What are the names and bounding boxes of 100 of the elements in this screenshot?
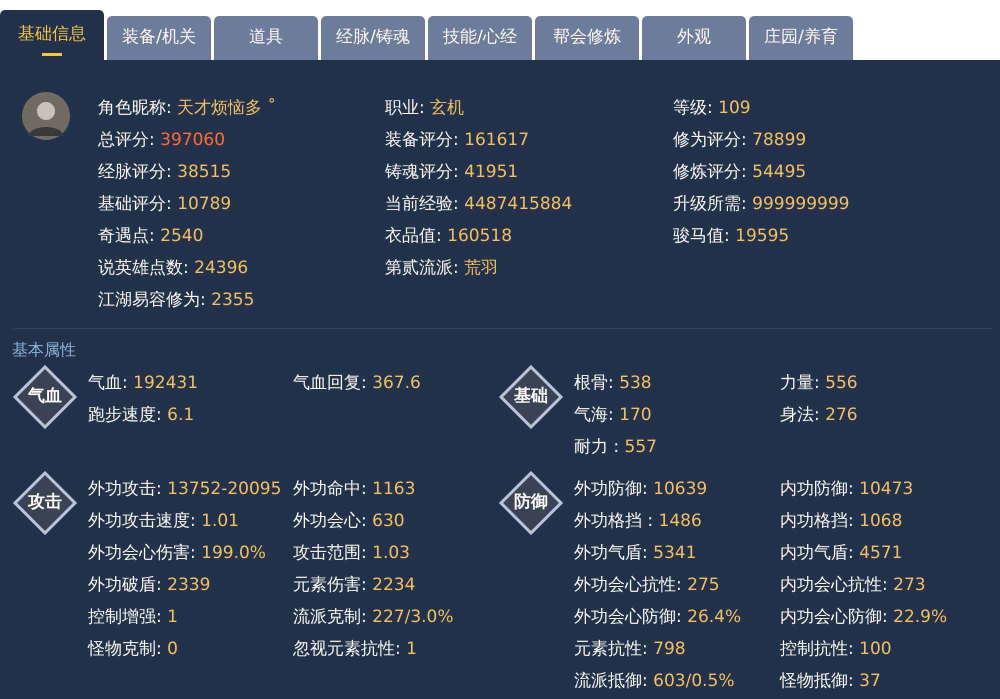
field-label: 经脉评分: xyxy=(98,162,172,182)
stat-value: 1486 xyxy=(658,511,702,531)
stat-value: 0 xyxy=(167,639,178,659)
field-value: 41951 xyxy=(464,162,518,182)
stat-value: 630 xyxy=(372,511,405,531)
field-label: 修为评分: xyxy=(673,130,747,150)
stat-label: 跑步速度: xyxy=(88,405,162,425)
field-label: 铸魂评分: xyxy=(385,162,459,182)
stat-label: 外功防御: xyxy=(574,479,648,499)
stat-value: 192431 xyxy=(133,373,198,393)
category-badge: 攻击 xyxy=(12,470,78,536)
tab[interactable]: 经脉/铸魂 xyxy=(321,16,425,60)
tab[interactable]: 基础信息 xyxy=(0,10,104,60)
stat-value: 37 xyxy=(859,671,881,691)
stat-value: 603/0.5% xyxy=(653,671,735,691)
stat-label: 元素伤害: xyxy=(293,575,367,595)
stat-value: 276 xyxy=(825,405,858,425)
stat-label: 身法: xyxy=(780,405,820,425)
tab[interactable]: 技能/心经 xyxy=(428,16,532,60)
stat-value: 2339 xyxy=(167,575,210,595)
field-label: 角色昵称: xyxy=(98,98,172,118)
category-badge: 气血 xyxy=(12,364,78,430)
field-label: 当前经验: xyxy=(385,194,459,214)
field-value: 天才烦恼多 ˚ xyxy=(177,98,276,118)
field-value: 161617 xyxy=(464,130,530,150)
stat-label: 控制抗性: xyxy=(780,639,854,659)
field-value: 397060 xyxy=(160,130,226,150)
stat-label: 外功攻击速度: xyxy=(88,511,196,531)
field-value: 78899 xyxy=(752,130,806,150)
stat-value: 22.9% xyxy=(893,607,948,627)
field-label: 修炼评分: xyxy=(673,162,747,182)
stat-value: 2234 xyxy=(372,575,416,595)
stat-label: 外功气盾: xyxy=(574,543,648,563)
field-value: 19595 xyxy=(735,226,790,246)
field-value: 10789 xyxy=(177,194,232,214)
stat-label: 外功命中: xyxy=(293,479,367,499)
stat-label: 怪物克制: xyxy=(88,639,162,659)
stat-label: 攻击范围: xyxy=(293,543,367,563)
field-value: 玄机 xyxy=(430,98,464,118)
stat-value: 556 xyxy=(825,373,858,393)
stat-value: 1068 xyxy=(859,511,902,531)
stat-value: 10639 xyxy=(653,479,708,499)
field-label: 等级: xyxy=(673,98,713,118)
stat-label: 力量: xyxy=(780,373,820,393)
stat-value: 5341 xyxy=(653,543,696,563)
stat-value: 538 xyxy=(619,373,652,393)
stat-value: 1163 xyxy=(372,479,416,499)
stat-label: 内功会心抗性: xyxy=(780,575,888,595)
stat-label: 外功会心防御: xyxy=(574,607,682,627)
stat-value: 275 xyxy=(687,575,720,595)
stat-label: 外功会心伤害: xyxy=(88,543,196,563)
stat-value: 273 xyxy=(893,575,926,595)
stat-label: 内功会心防御: xyxy=(780,607,888,627)
stat-label: 外功攻击: xyxy=(88,479,162,499)
stat-label: 内功气盾: xyxy=(780,543,854,563)
field-label: 装备评分: xyxy=(385,130,459,150)
field-label: 职业: xyxy=(385,98,425,118)
field-value: 38515 xyxy=(177,162,232,182)
stat-value: 26.4% xyxy=(687,607,742,627)
stat-value: 13752-20095 xyxy=(167,479,282,499)
stat-label: 外功破盾: xyxy=(88,575,162,595)
field-value: 999999999 xyxy=(752,194,850,214)
stat-label: 外功格挡 : xyxy=(574,511,654,531)
tab[interactable]: 外观 xyxy=(642,16,746,60)
field-value: 24396 xyxy=(194,258,248,278)
section-title: 基本属性 xyxy=(12,339,77,361)
stat-value: 170 xyxy=(619,405,652,425)
field-label: 江湖易容修为: xyxy=(98,290,206,310)
stat-label: 气血回复: xyxy=(293,373,367,393)
stat-value: 1.01 xyxy=(201,511,239,531)
stat-label: 流派克制: xyxy=(293,607,367,627)
stat-value: 1 xyxy=(167,607,178,627)
field-label: 骏马值: xyxy=(673,226,730,246)
avatar xyxy=(22,92,70,140)
stat-value: 557 xyxy=(624,437,657,457)
category-badge: 基础 xyxy=(498,364,564,430)
stat-label: 流派抵御: xyxy=(574,671,648,691)
field-label: 升级所需: xyxy=(673,194,747,214)
field-value: 160518 xyxy=(447,226,512,246)
stat-label: 元素抗性: xyxy=(574,639,648,659)
stat-value: 798 xyxy=(653,639,686,659)
stat-label: 根骨: xyxy=(574,373,614,393)
stat-label: 气血: xyxy=(88,373,128,393)
field-label: 基础评分: xyxy=(98,194,172,214)
field-value: 54495 xyxy=(752,162,806,182)
stat-label: 内功格挡: xyxy=(780,511,854,531)
field-value: 荒羽 xyxy=(464,258,498,278)
field-label: 第贰流派: xyxy=(385,258,459,278)
category-badge: 防御 xyxy=(498,470,564,536)
field-label: 总评分: xyxy=(98,130,155,150)
tab[interactable]: 庄园/养育 xyxy=(749,16,853,60)
stat-label: 外功会心抗性: xyxy=(574,575,682,595)
stat-value: 227/3.0% xyxy=(372,607,454,627)
stat-label: 控制增强: xyxy=(88,607,162,627)
field-value: 109 xyxy=(718,98,751,118)
tab[interactable]: 装备/机关 xyxy=(107,16,211,60)
tab[interactable]: 道具 xyxy=(214,16,318,60)
stat-value: 10473 xyxy=(859,479,914,499)
field-label: 说英雄点数: xyxy=(98,258,189,278)
tab[interactable]: 帮会修炼 xyxy=(535,16,639,60)
